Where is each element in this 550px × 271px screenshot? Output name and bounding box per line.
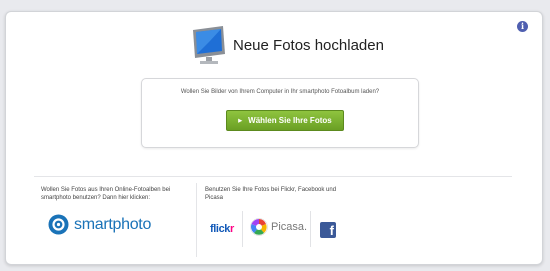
upload-panel: Wollen Sie Bilder von Ihrem Computer in … xyxy=(141,78,419,148)
online-albums-text: Wollen Sie Fotos aus Ihren Online-Fotoal… xyxy=(41,187,171,201)
smartphoto-logo-icon xyxy=(48,214,69,235)
vertical-divider xyxy=(196,183,197,257)
upload-prompt: Wollen Sie Bilder von Ihrem Computer in … xyxy=(180,89,380,95)
picasa-link[interactable]: Picasa. xyxy=(250,218,307,236)
partner-services-text: Benutzen Sie Ihre Fotos bei Flickr, Face… xyxy=(205,187,337,201)
facebook-icon[interactable]: f xyxy=(320,222,336,238)
picasa-logo-text: Picasa. xyxy=(271,221,308,233)
info-icon[interactable]: i xyxy=(517,21,528,32)
monitor-icon xyxy=(193,26,225,64)
flickr-logo-r: r xyxy=(230,223,234,235)
picasa-icon xyxy=(250,218,268,236)
play-arrow-icon: ▶ xyxy=(238,117,243,124)
upload-dialog: i Neue Fotos hochladen Wollen Sie Bilder… xyxy=(5,11,543,265)
flickr-link[interactable]: flickr xyxy=(210,223,234,235)
smartphoto-link[interactable]: smartphoto xyxy=(48,214,151,235)
flickr-logo-text: flick xyxy=(210,223,231,235)
logo-separator xyxy=(310,211,311,247)
choose-photos-button[interactable]: ▶ Wählen Sie Ihre Fotos xyxy=(226,110,344,131)
page-title: Neue Fotos hochladen xyxy=(233,37,384,54)
choose-photos-label: Wählen Sie Ihre Fotos xyxy=(248,116,332,125)
logo-separator xyxy=(242,211,243,247)
smartphoto-logo-text: smartphoto xyxy=(74,215,152,233)
horizontal-divider xyxy=(34,176,512,177)
